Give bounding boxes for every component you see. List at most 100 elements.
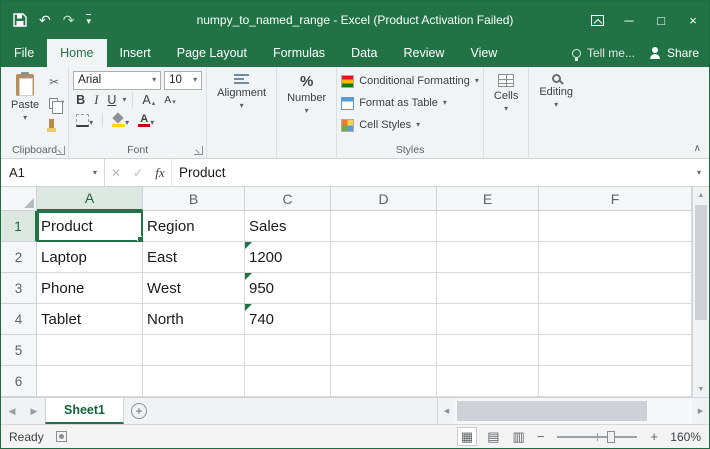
column-header-F[interactable]: F (539, 187, 692, 211)
minimize-button[interactable]: ─ (613, 1, 645, 39)
borders-button[interactable]: ▾ (73, 114, 96, 127)
zoom-slider-thumb[interactable] (607, 431, 615, 443)
row-header-4[interactable]: 4 (1, 304, 37, 335)
cell-E5[interactable] (437, 335, 539, 366)
decrease-font-size-button[interactable]: A▾ (161, 94, 179, 106)
vertical-scrollbar-track[interactable] (693, 203, 709, 381)
cell-B1[interactable]: Region (143, 211, 245, 242)
cell-E3[interactable] (437, 273, 539, 304)
cell-A3[interactable]: Phone (37, 273, 143, 304)
scroll-right-button[interactable]: ▶ (692, 398, 709, 424)
tab-file[interactable]: File (1, 39, 47, 67)
formula-input[interactable]: Product (172, 159, 689, 186)
enter-entry-button[interactable]: ✓ (127, 166, 149, 180)
collapse-ribbon-button[interactable]: ∧ (694, 143, 701, 154)
horizontal-scrollbar-track[interactable] (455, 398, 692, 424)
scroll-down-button[interactable]: ▼ (693, 381, 709, 397)
cell-D1[interactable] (331, 211, 437, 242)
ribbon-display-options-button[interactable] (581, 1, 613, 39)
redo-button[interactable]: ↷ (63, 12, 75, 29)
maximize-button[interactable]: □ (645, 1, 677, 39)
bold-button[interactable]: B (73, 93, 88, 107)
cell-A6[interactable] (37, 366, 143, 397)
scroll-left-button[interactable]: ◀ (438, 398, 455, 424)
cell-C6[interactable] (245, 366, 331, 397)
cell-C1[interactable]: Sales (245, 211, 331, 242)
cell-F1[interactable] (539, 211, 692, 242)
zoom-out-button[interactable]: − (535, 429, 547, 444)
clipboard-dialog-launcher[interactable] (56, 146, 65, 155)
macro-record-icon[interactable] (56, 431, 67, 442)
row-header-3[interactable]: 3 (1, 273, 37, 304)
fill-color-button[interactable]: ▾ (109, 114, 132, 127)
formula-bar-expand-button[interactable]: ▾ (689, 159, 709, 186)
zoom-slider[interactable] (557, 436, 637, 438)
normal-view-button[interactable]: ▦ (457, 427, 477, 446)
cell-D3[interactable] (331, 273, 437, 304)
cell-B5[interactable] (143, 335, 245, 366)
tab-formulas[interactable]: Formulas (260, 39, 338, 67)
cancel-entry-button[interactable]: ✕ (105, 166, 127, 180)
sheet-nav-left-button[interactable]: ◀ (1, 398, 23, 424)
alignment-button[interactable]: Alignment ▾ (211, 70, 272, 114)
cell-E6[interactable] (437, 366, 539, 397)
italic-button[interactable]: I (91, 93, 101, 108)
page-layout-view-button[interactable]: ▤ (484, 428, 502, 445)
row-header-6[interactable]: 6 (1, 366, 37, 397)
name-box-dropdown-icon[interactable]: ▾ (86, 168, 104, 177)
cell-A4[interactable]: Tablet (37, 304, 143, 335)
save-button[interactable] (13, 13, 27, 27)
cell-C3[interactable]: 950 (245, 273, 331, 304)
sheet-tab-sheet1[interactable]: Sheet1 (45, 398, 124, 424)
tab-review[interactable]: Review (390, 39, 457, 67)
cell-D2[interactable] (331, 242, 437, 273)
cell-D6[interactable] (331, 366, 437, 397)
column-header-E[interactable]: E (437, 187, 539, 211)
row-header-2[interactable]: 2 (1, 242, 37, 273)
sheet-nav-right-button[interactable]: ▶ (23, 398, 45, 424)
new-sheet-button[interactable]: + (124, 398, 154, 424)
tab-data[interactable]: Data (338, 39, 390, 67)
cell-A5[interactable] (37, 335, 143, 366)
font-color-button[interactable]: A ▾ (135, 114, 157, 127)
format-painter-button[interactable] (49, 116, 64, 132)
zoom-level[interactable]: 160% (667, 430, 701, 444)
cell-F2[interactable] (539, 242, 692, 273)
paste-dropdown-icon[interactable]: ▾ (23, 114, 27, 122)
tell-me-box[interactable]: Tell me... (572, 46, 635, 60)
horizontal-scrollbar-thumb[interactable] (457, 401, 647, 421)
column-header-A[interactable]: A (37, 187, 143, 211)
cell-F4[interactable] (539, 304, 692, 335)
row-header-5[interactable]: 5 (1, 335, 37, 366)
tab-home[interactable]: Home (47, 39, 106, 67)
customize-qat-button[interactable]: ▾ (86, 14, 91, 27)
close-button[interactable]: × (677, 1, 709, 39)
cell-F3[interactable] (539, 273, 692, 304)
cell-styles-button[interactable]: Cell Styles ▾ (341, 116, 479, 134)
cut-button[interactable]: ✂ (49, 74, 64, 90)
cell-F6[interactable] (539, 366, 692, 397)
tab-view[interactable]: View (457, 39, 510, 67)
cell-C4[interactable]: 740 (245, 304, 331, 335)
cells-button[interactable]: Cells ▾ (488, 70, 524, 117)
share-button[interactable]: Share (649, 46, 699, 60)
number-format-button[interactable]: % Number ▾ (281, 70, 332, 119)
tab-insert[interactable]: Insert (107, 39, 164, 67)
cell-C2[interactable]: 1200 (245, 242, 331, 273)
cell-D4[interactable] (331, 304, 437, 335)
cell-A1[interactable]: Product (37, 211, 143, 242)
cell-B3[interactable]: West (143, 273, 245, 304)
horizontal-scrollbar[interactable]: ◀ ▶ (437, 398, 709, 424)
scroll-up-button[interactable]: ▲ (693, 187, 709, 203)
format-as-table-button[interactable]: Format as Table ▾ (341, 94, 479, 112)
zoom-in-button[interactable]: + (648, 429, 660, 444)
underline-dropdown-icon[interactable]: ▾ (122, 96, 126, 104)
vertical-scrollbar[interactable]: ▲ ▼ (692, 187, 709, 397)
cell-B6[interactable] (143, 366, 245, 397)
cell-F5[interactable] (539, 335, 692, 366)
insert-function-button[interactable]: fx (149, 165, 171, 181)
vertical-scrollbar-thumb[interactable] (695, 205, 707, 320)
conditional-formatting-button[interactable]: Conditional Formatting ▾ (341, 72, 479, 90)
tab-page-layout[interactable]: Page Layout (164, 39, 260, 67)
font-dialog-launcher[interactable] (194, 146, 203, 155)
